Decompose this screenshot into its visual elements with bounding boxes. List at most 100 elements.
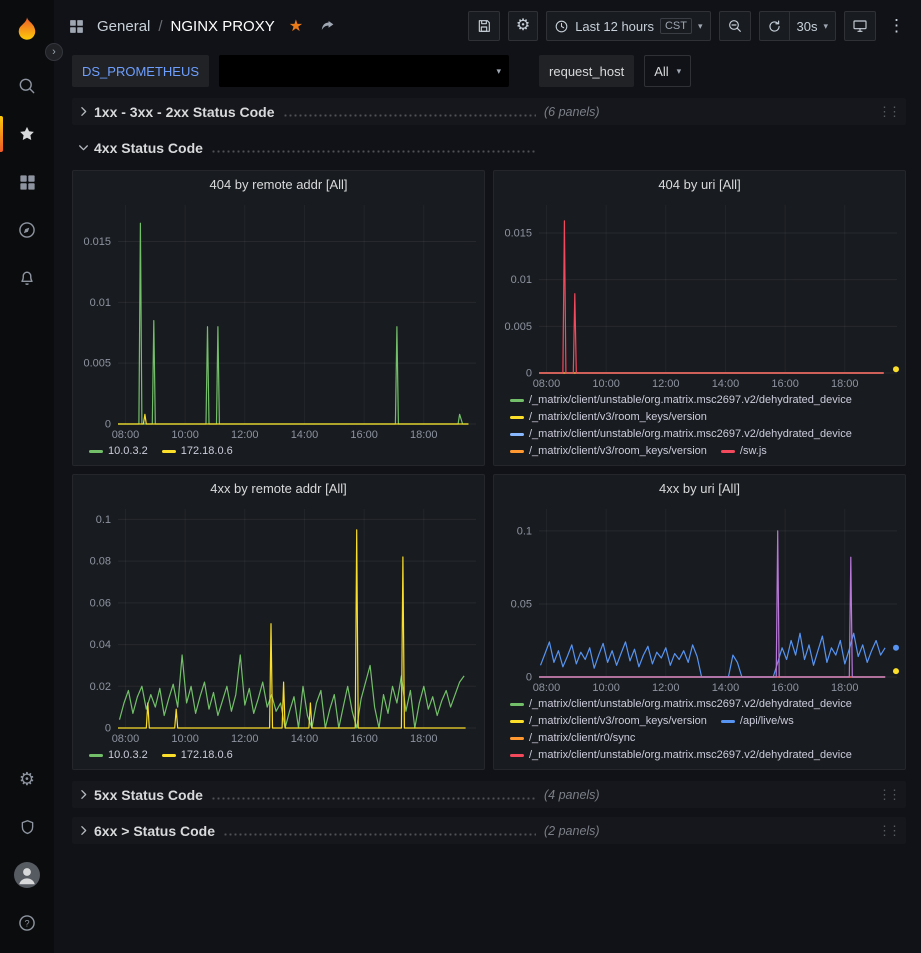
refresh-button[interactable] — [759, 11, 789, 41]
apps-grid-icon — [68, 18, 85, 35]
request-host-value: All — [654, 64, 668, 79]
sidebar-item-search[interactable] — [0, 62, 54, 110]
panel-chart[interactable]: 08:0010:0012:0014:0016:0018:0000.0050.01… — [494, 197, 905, 391]
legend-color-marker — [89, 450, 103, 453]
refresh-interval-dropdown[interactable]: 30s ▾ — [789, 11, 837, 41]
panel-chart[interactable]: 08:0010:0012:0014:0016:0018:0000.0050.01… — [73, 197, 484, 442]
sidebar-expand-button[interactable]: › — [45, 43, 63, 61]
legend-item[interactable]: /_matrix/client/unstable/org.matrix.msc2… — [510, 748, 852, 763]
sidebar-item-help[interactable]: ? — [0, 899, 54, 947]
dashboard-canvas: 1xx - 3xx - 2xx Status Code (6 panels) ⋮… — [54, 90, 921, 953]
row-drag-handle[interactable]: ⋮⋮ — [878, 823, 906, 839]
request-host-value-dropdown[interactable]: All ▾ — [644, 55, 691, 87]
svg-text:18:00: 18:00 — [831, 682, 859, 694]
svg-text:0.01: 0.01 — [90, 297, 111, 309]
svg-text:0.06: 0.06 — [90, 597, 111, 609]
datasource-value-dropdown[interactable]: ▾ — [219, 55, 509, 87]
avatar — [14, 862, 40, 888]
legend-label: 172.18.0.6 — [181, 444, 233, 459]
legend-item[interactable]: /_matrix/client/unstable/org.matrix.msc2… — [510, 427, 852, 442]
search-icon — [17, 76, 37, 96]
row-title: 5xx Status Code — [94, 787, 203, 803]
svg-text:12:00: 12:00 — [231, 733, 259, 745]
dashboards-grid-icon — [18, 173, 37, 192]
sidebar-item-profile[interactable] — [0, 851, 54, 899]
legend-label: /_matrix/client/unstable/org.matrix.msc2… — [529, 427, 852, 442]
row-drag-handle[interactable]: ⋮⋮ — [878, 104, 906, 120]
dashboard-settings-button[interactable]: ⚙ — [508, 11, 538, 41]
panel-title[interactable]: 4xx by remote addr [All] — [73, 475, 484, 501]
legend-item[interactable]: /_matrix/client/unstable/org.matrix.msc2… — [510, 697, 852, 712]
legend-item[interactable]: /sw.js — [721, 444, 767, 459]
panel-chart[interactable]: 08:0010:0012:0014:0016:0018:0000.020.040… — [73, 501, 484, 746]
svg-text:12:00: 12:00 — [652, 682, 680, 694]
dotted-leader — [283, 114, 536, 117]
person-icon — [14, 862, 40, 888]
favorite-star-icon[interactable]: ★ — [289, 16, 303, 36]
svg-text:14:00: 14:00 — [712, 682, 740, 694]
row-title: 6xx > Status Code — [94, 823, 215, 839]
chevron-down-icon: ▾ — [497, 66, 502, 77]
save-dashboard-button[interactable] — [468, 11, 500, 41]
svg-text:0.08: 0.08 — [90, 556, 111, 568]
breadcrumb-section[interactable]: General — [97, 18, 150, 35]
panel-title[interactable]: 4xx by uri [All] — [494, 475, 905, 501]
share-icon[interactable] — [319, 18, 336, 35]
page-title[interactable]: NGINX PROXY — [171, 18, 275, 35]
zoom-out-button[interactable] — [719, 11, 751, 41]
tv-mode-button[interactable] — [844, 11, 876, 41]
svg-text:14:00: 14:00 — [291, 429, 319, 441]
row-4xx-status-code[interactable]: 4xx Status Code ⋮⋮ — [72, 134, 906, 161]
legend-item[interactable]: /_matrix/client/unstable/org.matrix.msc2… — [510, 393, 852, 408]
grafana-app: › — [0, 0, 921, 953]
request-host-variable-label[interactable]: request_host — [539, 55, 634, 87]
svg-text:16:00: 16:00 — [350, 429, 378, 441]
panel-404-by-remote-addr: 404 by remote addr [All] 08:0010:0012:00… — [72, 170, 485, 466]
breadcrumb-separator: / — [158, 18, 162, 35]
row-drag-handle[interactable]: ⋮⋮ — [878, 787, 906, 803]
panel-title[interactable]: 404 by remote addr [All] — [73, 171, 484, 197]
legend-item[interactable]: /_matrix/client/v3/room_keys/version — [510, 714, 707, 729]
kebab-icon: ⋮ — [888, 16, 905, 35]
svg-text:10:00: 10:00 — [592, 378, 620, 390]
dotted-leader — [223, 833, 536, 836]
panel-title[interactable]: 404 by uri [All] — [494, 171, 905, 197]
legend-item[interactable]: /_matrix/client/v3/room_keys/version — [510, 444, 707, 459]
sidebar-item-starred[interactable] — [0, 110, 54, 158]
row-1xx-3xx-2xx-status-code[interactable]: 1xx - 3xx - 2xx Status Code (6 panels) ⋮… — [72, 98, 906, 125]
sidebar-item-alerting[interactable] — [0, 254, 54, 302]
legend-item[interactable]: 172.18.0.6 — [162, 748, 233, 763]
more-options-button[interactable]: ⋮ — [884, 16, 909, 36]
row-panel-count: (2 panels) — [544, 824, 600, 838]
svg-text:0.02: 0.02 — [90, 681, 111, 693]
panel-legend: 10.0.3.2 172.18.0.6 — [73, 442, 484, 465]
panel-chart[interactable]: 08:0010:0012:0014:0016:0018:0000.050.1 — [494, 501, 905, 695]
sidebar-item-settings[interactable]: ⚙ — [0, 755, 54, 803]
chevron-down-icon — [72, 141, 94, 154]
svg-text:08:00: 08:00 — [533, 682, 561, 694]
svg-text:0.005: 0.005 — [83, 358, 111, 370]
chevron-down-icon: ▾ — [823, 21, 828, 32]
top-toolbar: General / NGINX PROXY ★ ⚙ — [54, 0, 921, 52]
chevron-right-icon — [72, 105, 94, 118]
legend-color-marker — [162, 754, 176, 757]
sidebar-item-explore[interactable] — [0, 206, 54, 254]
legend-item[interactable]: 10.0.3.2 — [89, 748, 148, 763]
legend-item[interactable]: 10.0.3.2 — [89, 444, 148, 459]
row-6xx-status-code[interactable]: 6xx > Status Code (2 panels) ⋮⋮ — [72, 817, 906, 844]
legend-label: /sw.js — [740, 444, 767, 459]
shield-icon — [18, 818, 37, 837]
chevron-down-icon: ▾ — [677, 66, 682, 77]
datasource-variable-label[interactable]: DS_PROMETHEUS — [72, 55, 209, 87]
sidebar-bottom: ⚙ ? — [0, 755, 54, 953]
legend-item[interactable]: 172.18.0.6 — [162, 444, 233, 459]
legend-item[interactable]: /_matrix/client/r0/sync — [510, 731, 635, 746]
sidebar-item-dashboards[interactable] — [0, 158, 54, 206]
legend-item[interactable]: /api/live/ws — [721, 714, 794, 729]
legend-label: /_matrix/client/r0/sync — [529, 731, 635, 746]
row-5xx-status-code[interactable]: 5xx Status Code (4 panels) ⋮⋮ — [72, 781, 906, 808]
sidebar-item-security[interactable] — [0, 803, 54, 851]
legend-item[interactable]: /_matrix/client/v3/room_keys/version — [510, 410, 707, 425]
time-range-picker[interactable]: Last 12 hours CST ▾ — [546, 11, 710, 41]
refresh-interval-label: 30s — [797, 19, 818, 34]
